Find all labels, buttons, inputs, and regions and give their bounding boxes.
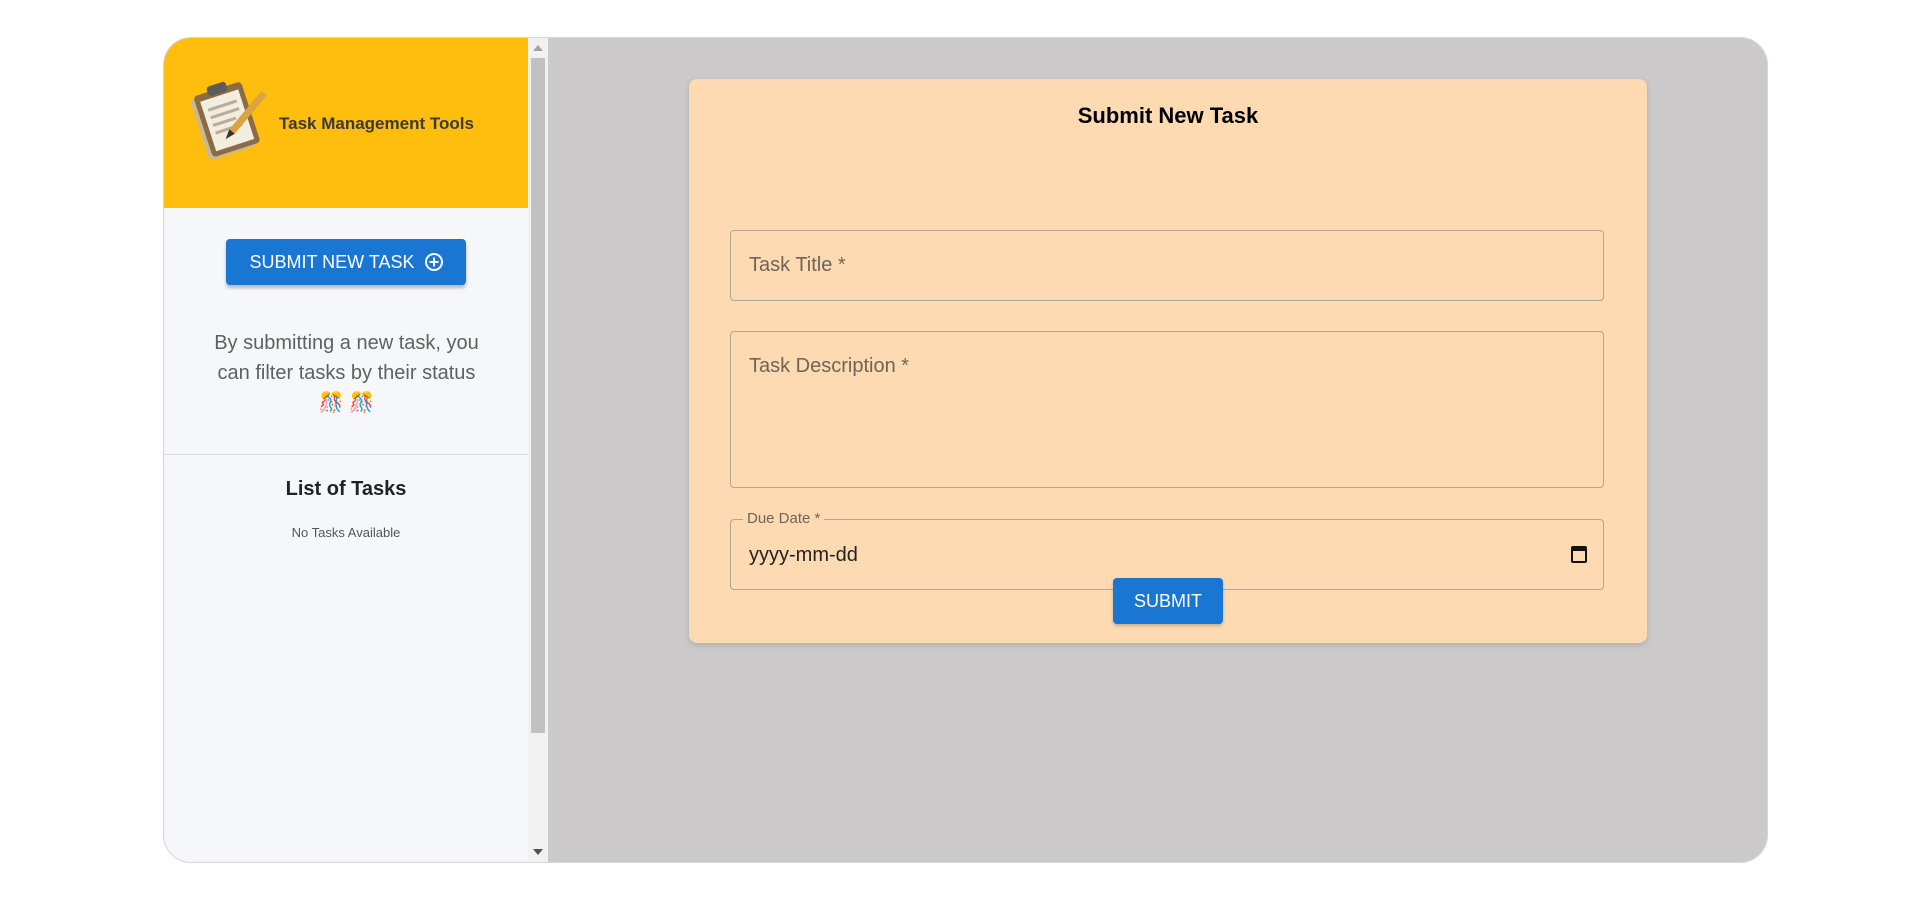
form-title: Submit New Task — [1077, 103, 1259, 128]
task-list-title: List of Tasks — [285, 478, 407, 500]
info-text: By submitting a new task, you can filter… — [214, 332, 479, 414]
sidebar: Task Management Tools SUBMIT NEW TASK By… — [164, 38, 528, 862]
app-title: Task Management Tools — [279, 114, 474, 133]
scroll-up-arrow-icon[interactable] — [533, 45, 543, 51]
divider — [164, 454, 528, 455]
scroll-down-arrow-icon[interactable] — [533, 849, 543, 855]
app-window: Task Management Tools SUBMIT NEW TASK By… — [163, 37, 1768, 863]
task-description-placeholder: Task Description * — [749, 355, 910, 377]
plus-circle-icon — [424, 253, 443, 271]
new-task-form-card: Submit New Task Task Title * Task Descri… — [689, 79, 1647, 643]
submit-new-task-label: SUBMIT NEW TASK — [249, 251, 415, 272]
submit-button[interactable]: SUBMIT — [1113, 578, 1223, 624]
clipboard-logo-icon — [191, 81, 267, 160]
scrollbar-thumb[interactable] — [531, 58, 545, 733]
submit-new-task-button[interactable]: SUBMIT NEW TASK — [226, 239, 466, 285]
task-title-placeholder: Task Title * — [749, 254, 846, 276]
sidebar-header: Task Management Tools — [164, 38, 528, 208]
due-date-value: yyyy-mm-dd — [749, 544, 858, 566]
empty-tasks-text: No Tasks Available — [291, 525, 401, 540]
task-title-input[interactable]: Task Title * — [730, 230, 1604, 301]
task-description-input[interactable]: Task Description * — [730, 331, 1604, 488]
calendar-icon[interactable] — [1571, 546, 1587, 563]
due-date-label: Due Date * — [743, 510, 825, 527]
sidebar-scrollbar[interactable] — [528, 38, 548, 862]
